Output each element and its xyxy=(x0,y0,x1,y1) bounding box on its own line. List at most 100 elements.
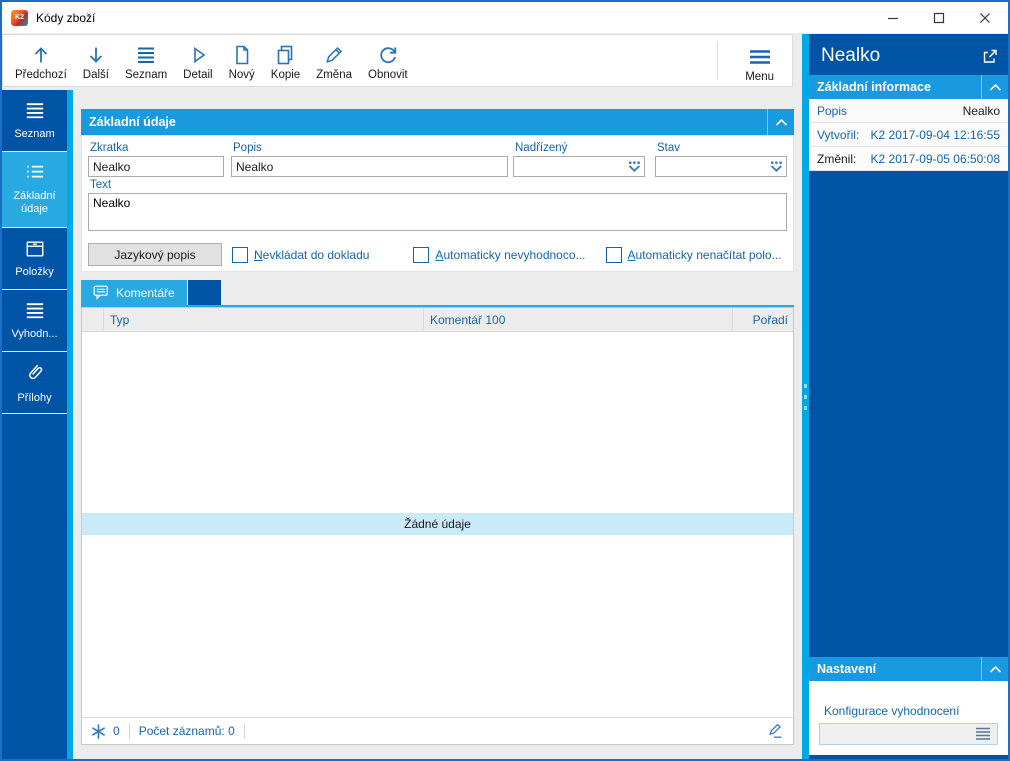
info-row-vytvoril: Vytvořil: K2 2017-09-04 12:16:55 xyxy=(809,123,1008,147)
info-value: K2 2017-09-04 12:16:55 xyxy=(871,128,1000,142)
pencil-icon xyxy=(322,42,346,68)
jazykovy-popis-button[interactable]: Jazykový popis xyxy=(88,243,222,266)
checkbox-label: Nevkládat do dokladu xyxy=(254,248,369,262)
info-label: Vytvořil: xyxy=(817,128,859,142)
edit-button[interactable]: Změna xyxy=(308,35,360,86)
collapse-chevron-icon[interactable] xyxy=(981,75,1008,99)
info-row-popis: Popis Nealko xyxy=(809,99,1008,123)
sidebar-item-prilohy[interactable]: Přílohy xyxy=(2,352,67,414)
maximize-button[interactable] xyxy=(916,2,962,33)
menu-button[interactable]: Menu xyxy=(737,37,782,88)
toolbar-button-label: Seznam xyxy=(125,69,167,81)
list-icon xyxy=(24,301,46,324)
asterisk-icon xyxy=(91,724,106,739)
sidebar-item-zakladni-udaje[interactable]: Základní údaje xyxy=(2,152,67,228)
table-header-marker-column[interactable] xyxy=(82,308,104,331)
combo-dropdown-icon[interactable] xyxy=(628,161,641,175)
info-rows: Popis Nealko Vytvořil: K2 2017-09-04 12:… xyxy=(809,99,1008,171)
play-outline-icon xyxy=(186,42,210,68)
konfigurace-vyhodnoceni-input[interactable] xyxy=(819,723,998,745)
right-panel: Nealko Základní informace Popis Nealko V… xyxy=(809,34,1008,759)
status-divider xyxy=(129,723,130,739)
list-icon xyxy=(134,42,158,68)
toolbar-divider xyxy=(717,42,718,80)
collapse-chevron-icon[interactable] xyxy=(981,657,1008,681)
record-count: Počet záznamů: 0 xyxy=(139,724,235,738)
window-controls xyxy=(870,2,1008,33)
titlebar: K2 Kódy zboží xyxy=(2,2,1008,33)
menu-icon xyxy=(747,44,773,70)
list-button[interactable]: Seznam xyxy=(117,35,175,86)
hamburger-icon[interactable] xyxy=(974,727,992,741)
checkbox-label: Automaticky nevyhodnoco... xyxy=(435,248,585,262)
info-row-zmenil: Změnil: K2 2017-09-05 06:50:08 xyxy=(809,147,1008,171)
checkbox-nevkladat-do-dokladu[interactable]: Nevkládat do dokladu xyxy=(232,247,369,263)
form-body: Zkratka Popis Nadřízený xyxy=(81,135,794,272)
empty-data-row: Žádné údaje xyxy=(82,513,793,535)
table-header-komentar[interactable]: Komentář 100 xyxy=(424,308,733,331)
new-button[interactable]: Nový xyxy=(221,35,263,86)
section-title: Základní údaje xyxy=(81,115,176,129)
settings-content: Konfigurace vyhodnocení xyxy=(809,681,1008,755)
arrow-up-icon xyxy=(29,42,53,68)
minimize-button[interactable] xyxy=(870,2,916,33)
field-label-stav: Stav xyxy=(657,142,787,154)
toolbar-button-label: Menu xyxy=(745,71,774,83)
checkbox-label: Automaticky nenačítat polo... xyxy=(628,248,782,262)
collapse-chevron-icon[interactable] xyxy=(767,109,794,135)
tab-secondary[interactable] xyxy=(188,280,221,305)
info-value: Nealko xyxy=(963,104,1000,118)
stav-combo-input[interactable] xyxy=(655,156,787,177)
status-divider xyxy=(244,723,245,739)
paperclip-icon xyxy=(23,361,47,388)
toolbar: Předchozí Další Seznam Detail Nový xyxy=(2,34,793,87)
sidebar-item-polozky[interactable]: Položky xyxy=(2,228,67,290)
speech-bubble-icon xyxy=(93,285,109,300)
zkratka-input[interactable] xyxy=(88,156,224,177)
detail-button[interactable]: Detail xyxy=(175,35,220,86)
nadrizeny-combo-input[interactable] xyxy=(513,156,645,177)
splitter-grip-dot xyxy=(804,406,807,410)
sidebar-item-seznam[interactable]: Seznam xyxy=(2,90,67,152)
checkbox-icon xyxy=(606,247,622,263)
popis-input[interactable] xyxy=(231,156,508,177)
close-button[interactable] xyxy=(962,2,1008,33)
checkbox-automaticky-nenacitat[interactable]: Automaticky nenačítat polo... xyxy=(606,247,782,263)
comments-tabbar: Komentáře xyxy=(81,280,221,305)
arrow-down-icon xyxy=(84,42,108,68)
list-icon xyxy=(24,101,46,124)
combo-dropdown-icon[interactable] xyxy=(770,161,783,175)
toolbar-button-label: Detail xyxy=(183,69,212,81)
refresh-button[interactable]: Obnovit xyxy=(360,35,416,86)
info-label: Změnil: xyxy=(817,152,856,166)
right-panel-titlebar: Nealko xyxy=(809,34,1008,75)
tab-komentare[interactable]: Komentáře xyxy=(81,280,187,305)
table-header-poradi[interactable]: Pořadí xyxy=(733,308,793,331)
main-content: Základní údaje Zkratka Popis Nadřízený xyxy=(75,88,802,759)
field-label-text: Text xyxy=(90,179,787,191)
toolbar-button-label: Další xyxy=(83,69,109,81)
splitter-grip-dot xyxy=(804,395,807,399)
section-header-zakladni-informace: Základní informace xyxy=(809,75,1008,99)
sidebar-item-vyhodnoceni[interactable]: Vyhodn... xyxy=(2,290,67,352)
previous-button[interactable]: Předchozí xyxy=(7,35,75,86)
checkbox-automaticky-nevyhodnocovat[interactable]: Automaticky nevyhodnoco... xyxy=(413,247,585,263)
right-panel-spacer xyxy=(809,171,1008,657)
field-label-popis: Popis xyxy=(233,142,508,154)
field-label-nadrizeny: Nadřízený xyxy=(515,142,645,154)
copy-button[interactable]: Kopie xyxy=(263,35,308,86)
text-textarea[interactable]: Nealko xyxy=(88,193,787,231)
edit-pencil-icon[interactable] xyxy=(766,722,784,740)
section-title: Nastavení xyxy=(809,662,876,676)
window-title: Kódy zboží xyxy=(36,11,95,25)
toolbar-button-label: Obnovit xyxy=(368,69,408,81)
open-in-new-window-icon[interactable] xyxy=(981,48,998,65)
sidebar-item-label: Seznam xyxy=(12,128,56,141)
checkbox-icon xyxy=(413,247,429,263)
document-icon xyxy=(230,42,254,68)
refresh-icon xyxy=(376,42,400,68)
section-header-zakladni-udaje: Základní údaje xyxy=(81,109,794,135)
panel-splitter[interactable] xyxy=(802,34,809,759)
next-button[interactable]: Další xyxy=(75,35,117,86)
table-header-typ[interactable]: Typ xyxy=(104,308,424,331)
